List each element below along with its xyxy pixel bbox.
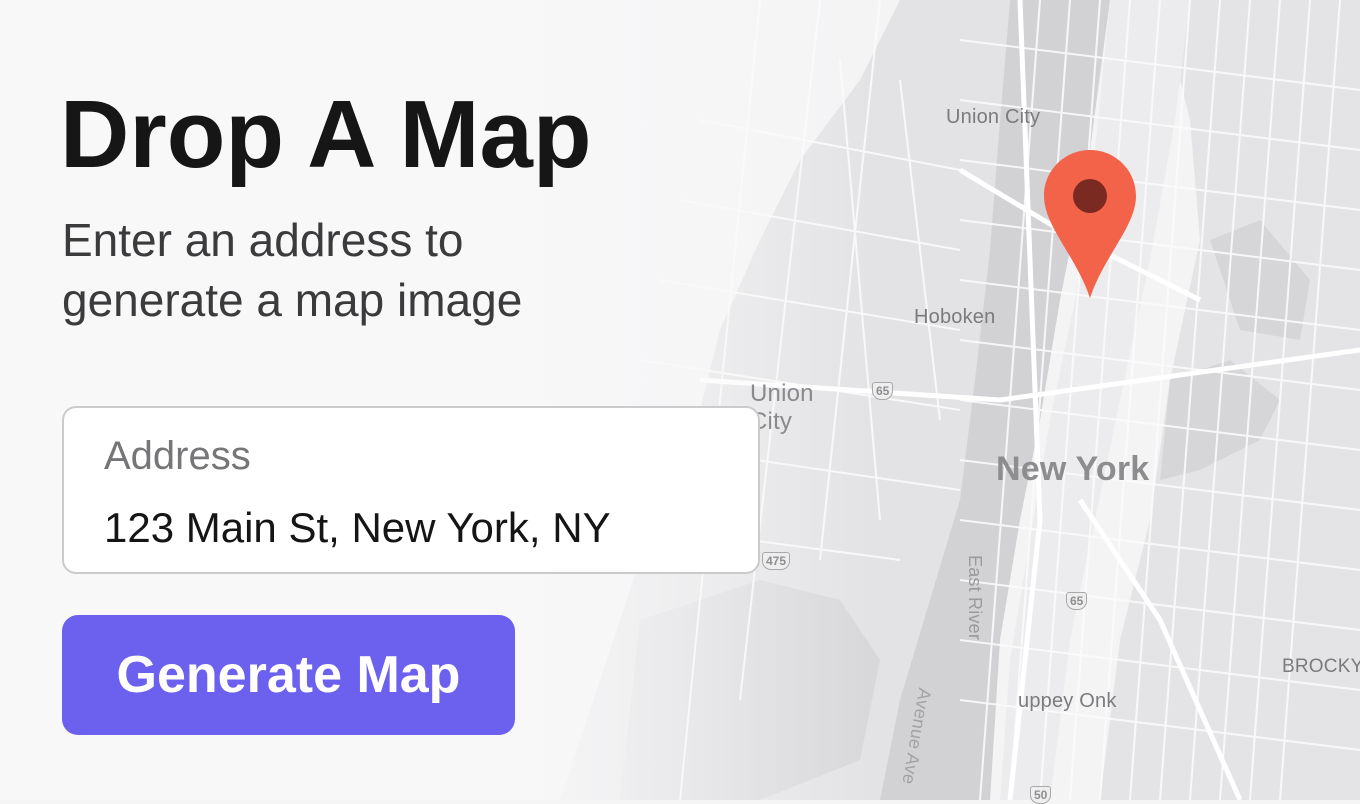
map-label-new-york: New York bbox=[996, 450, 1150, 488]
highway-shield-50: 50 bbox=[1030, 786, 1052, 804]
map-label-union-city-top: Union City bbox=[946, 106, 1041, 128]
form-panel: Drop A Map Enter an address to generate … bbox=[0, 0, 800, 800]
highway-shield-65: 65 bbox=[872, 382, 894, 400]
page-title: Drop A Map bbox=[60, 81, 592, 188]
map-label-brooklyn: BROCKY bbox=[1282, 656, 1360, 677]
generate-map-button[interactable]: Generate Map bbox=[62, 615, 515, 735]
page-subtitle: Enter an address to generate a map image bbox=[62, 214, 523, 326]
address-input-value[interactable]: 123 Main St, New York, NY bbox=[104, 504, 611, 552]
address-field[interactable]: Address 123 Main St, New York, NY bbox=[62, 406, 760, 574]
highway-shield-65-lower: 65 bbox=[1066, 592, 1088, 610]
map-label-uppey-onk: uppey Onk bbox=[1018, 690, 1117, 712]
map-label-hoboken: Hoboken bbox=[914, 306, 996, 328]
address-label: Address bbox=[104, 434, 251, 478]
map-pin-icon bbox=[1044, 150, 1136, 298]
map-label-east-river: East River bbox=[965, 555, 985, 641]
